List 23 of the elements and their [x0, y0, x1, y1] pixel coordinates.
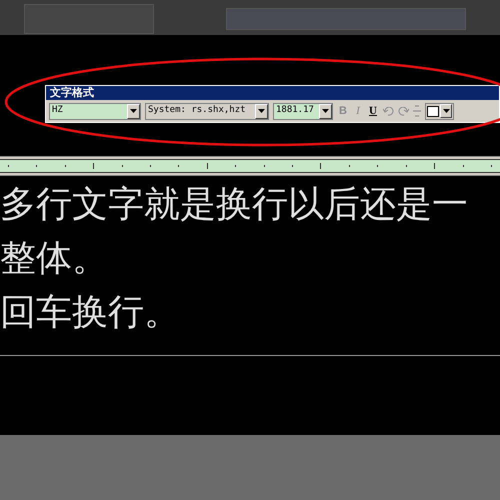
- ruler-tick: [434, 163, 436, 169]
- stack-icon[interactable]: [413, 105, 421, 117]
- color-dropdown[interactable]: [425, 102, 454, 120]
- text-line: 回车换行。: [0, 291, 181, 335]
- text-height-dropdown[interactable]: 1881.17: [273, 102, 333, 120]
- color-swatch: [427, 106, 439, 116]
- ruler-tick: [93, 163, 94, 169]
- ruler-tick: [320, 163, 322, 169]
- ruler-tick: [150, 165, 152, 167]
- font-dropdown[interactable]: System: rs.shx,hzt: [145, 102, 269, 120]
- text-line: 整体。: [0, 237, 109, 281]
- redo-icon[interactable]: [398, 106, 409, 116]
- undo-icon[interactable]: [383, 106, 394, 116]
- ruler-tick: [64, 165, 66, 167]
- ruler-tick: [490, 165, 492, 167]
- ruler-tick: [348, 165, 350, 167]
- text-line: 多行文字就是换行以后还是一: [0, 183, 469, 227]
- ruler-tick: [292, 165, 294, 167]
- ruler-tick: [8, 165, 9, 167]
- ruler-tick: [206, 163, 208, 169]
- underline-button[interactable]: U: [367, 102, 379, 120]
- toolbar-title: 文字格式: [46, 86, 499, 100]
- text-style-dropdown[interactable]: HZ: [49, 102, 141, 120]
